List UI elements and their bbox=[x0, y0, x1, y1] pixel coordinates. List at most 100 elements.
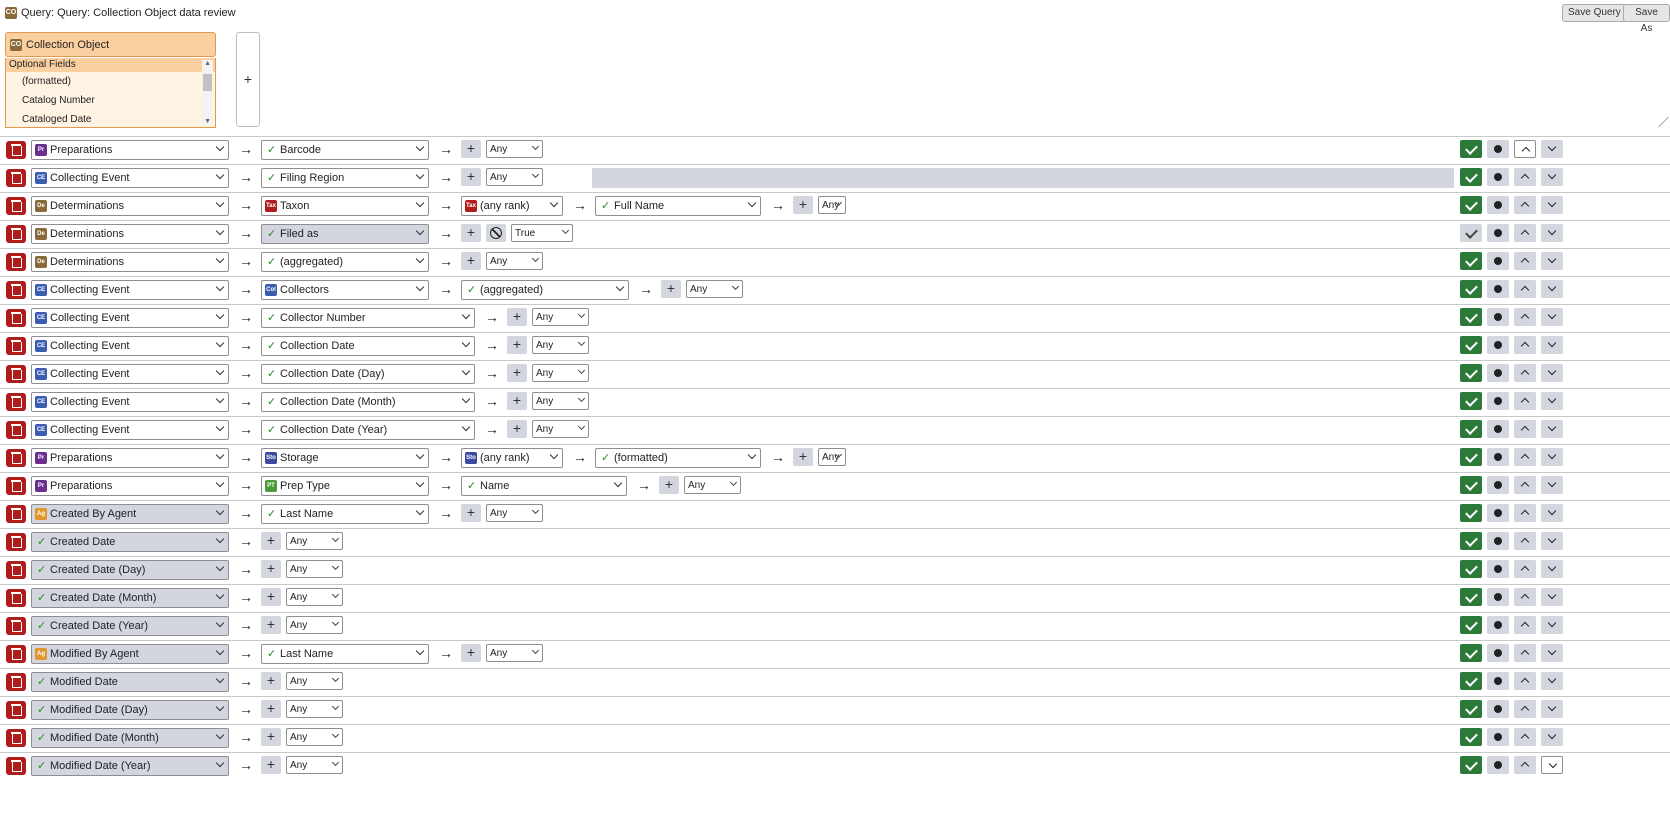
move-up-button[interactable] bbox=[1514, 504, 1536, 522]
move-up-button[interactable] bbox=[1514, 280, 1536, 298]
sort-button[interactable] bbox=[1487, 560, 1509, 578]
move-up-button[interactable] bbox=[1514, 224, 1536, 242]
operator-select[interactable]: Any bbox=[532, 420, 589, 438]
sort-button[interactable] bbox=[1487, 532, 1509, 550]
show-in-results-toggle[interactable] bbox=[1460, 448, 1482, 466]
operator-select[interactable]: Any bbox=[486, 644, 543, 662]
add-subfield-button[interactable]: + bbox=[659, 476, 679, 494]
field-picker[interactable]: ✓ Collection Date (Year) bbox=[261, 420, 475, 440]
add-subfield-button[interactable]: + bbox=[261, 532, 281, 550]
move-down-button[interactable] bbox=[1541, 168, 1563, 186]
operator-select[interactable]: Any bbox=[286, 728, 343, 746]
delete-line-button[interactable] bbox=[6, 729, 26, 747]
delete-line-button[interactable] bbox=[6, 309, 26, 327]
delete-line-button[interactable] bbox=[6, 701, 26, 719]
operator-select[interactable]: Any bbox=[686, 280, 743, 298]
add-subfield-button[interactable]: + bbox=[261, 756, 281, 774]
field-picker[interactable]: Ag Created By Agent bbox=[31, 504, 229, 524]
show-in-results-toggle[interactable] bbox=[1460, 560, 1482, 578]
add-subfield-button[interactable]: + bbox=[793, 448, 813, 466]
field-picker[interactable]: CE Collecting Event bbox=[31, 168, 229, 188]
sort-button[interactable] bbox=[1487, 644, 1509, 662]
add-subfield-button[interactable]: + bbox=[261, 588, 281, 606]
base-table-chip[interactable]: CO Collection Object bbox=[5, 32, 216, 57]
add-subfield-button[interactable]: + bbox=[507, 392, 527, 410]
move-up-button[interactable] bbox=[1514, 448, 1536, 466]
move-down-button[interactable] bbox=[1541, 532, 1563, 550]
add-subfield-button[interactable]: + bbox=[507, 308, 527, 326]
field-picker[interactable]: ✓ Filing Region bbox=[261, 168, 429, 188]
move-up-button[interactable] bbox=[1514, 560, 1536, 578]
show-in-results-toggle[interactable] bbox=[1460, 196, 1482, 214]
field-picker[interactable]: ✓ Modified Date (Day) bbox=[31, 700, 229, 720]
field-picker[interactable]: ✓ Full Name bbox=[595, 196, 761, 216]
field-item[interactable]: Cataloged Date bbox=[6, 110, 215, 127]
delete-line-button[interactable] bbox=[6, 141, 26, 159]
field-picker[interactable]: CE Collecting Event bbox=[31, 336, 229, 356]
show-in-results-toggle[interactable] bbox=[1460, 476, 1482, 494]
show-in-results-toggle[interactable] bbox=[1460, 644, 1482, 662]
operator-select[interactable]: Any bbox=[818, 196, 846, 214]
add-field-button[interactable]: + bbox=[236, 32, 260, 127]
move-up-button[interactable] bbox=[1514, 476, 1536, 494]
sort-button[interactable] bbox=[1487, 336, 1509, 354]
operator-select[interactable]: True bbox=[511, 224, 573, 242]
delete-line-button[interactable] bbox=[6, 757, 26, 775]
sort-button[interactable] bbox=[1487, 728, 1509, 746]
field-picker[interactable]: Tax (any rank) bbox=[461, 196, 563, 216]
add-subfield-button[interactable]: + bbox=[461, 224, 481, 242]
sort-button[interactable] bbox=[1487, 616, 1509, 634]
show-in-results-toggle[interactable] bbox=[1460, 700, 1482, 718]
move-up-button[interactable] bbox=[1514, 672, 1536, 690]
move-down-button[interactable] bbox=[1541, 560, 1563, 578]
delete-line-button[interactable] bbox=[6, 169, 26, 187]
move-up-button[interactable] bbox=[1514, 756, 1536, 774]
sort-button[interactable] bbox=[1487, 140, 1509, 158]
sort-button[interactable] bbox=[1487, 504, 1509, 522]
operator-select[interactable]: Any bbox=[286, 616, 343, 634]
field-picker[interactable]: ✓ Created Date bbox=[31, 532, 229, 552]
sort-button[interactable] bbox=[1487, 672, 1509, 690]
move-up-button[interactable] bbox=[1514, 196, 1536, 214]
move-down-button[interactable] bbox=[1541, 672, 1563, 690]
scroll-down-icon[interactable]: ▼ bbox=[204, 118, 211, 125]
add-subfield-button[interactable]: + bbox=[261, 672, 281, 690]
field-picker[interactable]: ✓ Created Date (Day) bbox=[31, 560, 229, 580]
sort-button[interactable] bbox=[1487, 392, 1509, 410]
show-in-results-toggle[interactable] bbox=[1460, 756, 1482, 774]
field-list-scrollbar[interactable] bbox=[202, 60, 213, 124]
delete-line-button[interactable] bbox=[6, 673, 26, 691]
move-down-button[interactable] bbox=[1541, 336, 1563, 354]
move-up-button[interactable] bbox=[1514, 644, 1536, 662]
show-in-results-toggle[interactable] bbox=[1460, 224, 1482, 242]
move-up-button[interactable] bbox=[1514, 420, 1536, 438]
field-picker[interactable]: ✓ Name bbox=[461, 476, 627, 496]
field-picker[interactable]: ✓ (aggregated) bbox=[461, 280, 629, 300]
field-picker[interactable]: Pr Preparations bbox=[31, 476, 229, 496]
delete-line-button[interactable] bbox=[6, 505, 26, 523]
operator-select[interactable]: Any bbox=[286, 560, 343, 578]
field-item[interactable]: Catalog Number bbox=[6, 91, 215, 110]
add-subfield-button[interactable]: + bbox=[261, 560, 281, 578]
move-down-button[interactable] bbox=[1541, 224, 1563, 242]
scrollbar-thumb[interactable] bbox=[203, 74, 212, 91]
delete-line-button[interactable] bbox=[6, 589, 26, 607]
sort-button[interactable] bbox=[1487, 756, 1509, 774]
field-picker[interactable]: Sto (any rank) bbox=[461, 448, 563, 468]
sort-button[interactable] bbox=[1487, 196, 1509, 214]
move-down-button[interactable] bbox=[1541, 420, 1563, 438]
field-picker[interactable]: Pr Preparations bbox=[31, 448, 229, 468]
delete-line-button[interactable] bbox=[6, 421, 26, 439]
delete-line-button[interactable] bbox=[6, 225, 26, 243]
move-down-button[interactable] bbox=[1541, 616, 1563, 634]
move-down-button[interactable] bbox=[1541, 196, 1563, 214]
add-subfield-button[interactable]: + bbox=[661, 280, 681, 298]
field-picker[interactable]: CE Collecting Event bbox=[31, 308, 229, 328]
operator-select[interactable]: Any bbox=[684, 476, 741, 494]
delete-line-button[interactable] bbox=[6, 337, 26, 355]
move-down-button[interactable] bbox=[1541, 280, 1563, 298]
save-as-button[interactable]: Save As bbox=[1623, 4, 1670, 34]
move-up-button[interactable] bbox=[1514, 168, 1536, 186]
operator-select[interactable]: Any bbox=[286, 672, 343, 690]
show-in-results-toggle[interactable] bbox=[1460, 168, 1482, 186]
